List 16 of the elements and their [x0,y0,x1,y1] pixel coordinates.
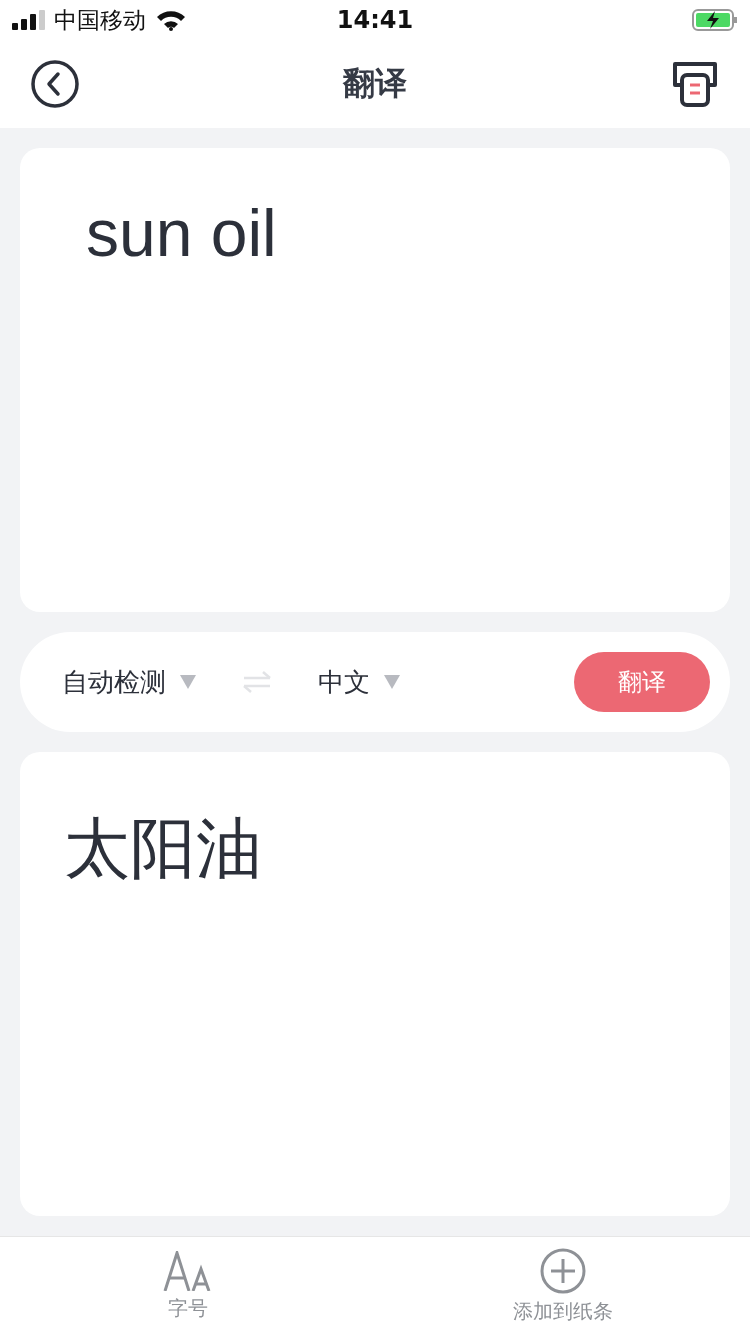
page-title: 翻译 [343,63,407,104]
source-text-field[interactable]: sun oil [20,148,730,612]
dropdown-caret-icon [180,675,196,689]
printer-icon[interactable] [670,59,720,109]
source-language-dropdown[interactable]: 自动检测 [62,664,196,700]
status-time: 14:41 [336,6,414,34]
dropdown-caret-icon [384,675,400,689]
signal-icon [12,10,46,30]
battery-charging-icon [692,9,738,31]
back-icon[interactable] [30,59,80,109]
add-icon [539,1247,586,1294]
translation-result: 太阳油 [64,809,262,889]
font-size-icon [162,1250,213,1291]
wifi-icon [156,9,186,31]
carrier-name: 中国移动 [54,5,146,35]
target-language-dropdown[interactable]: 中文 [318,664,400,700]
